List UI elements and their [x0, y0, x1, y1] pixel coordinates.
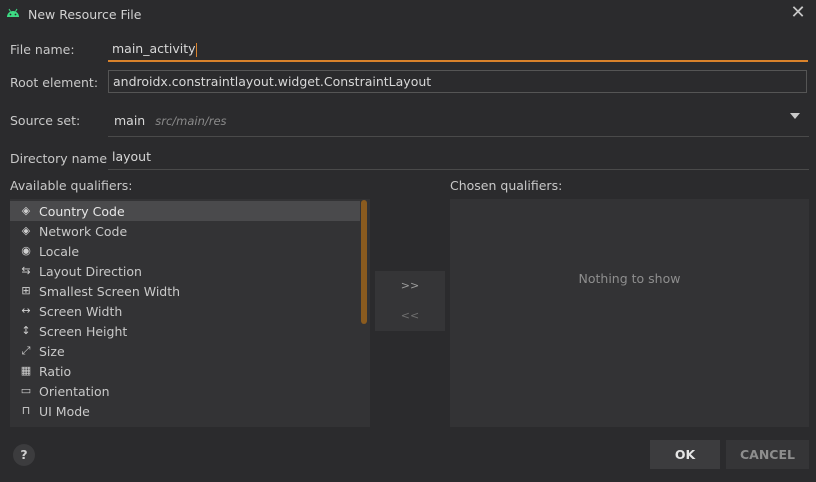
list-scrollbar[interactable]	[361, 200, 367, 324]
remove-qualifier-button[interactable]: <<	[375, 301, 445, 331]
qualifier-label: Country Code	[39, 203, 125, 219]
globe-icon: ◉	[21, 244, 31, 257]
screen-width-icon: ↔	[21, 304, 31, 317]
qualifier-label: Smallest Screen Width	[39, 283, 181, 299]
qualifier-item-screen-height[interactable]: ↕ Screen Height	[10, 321, 360, 341]
source-set-value: main	[114, 113, 146, 128]
size-icon: ⤢	[21, 344, 31, 357]
empty-state-text: Nothing to show	[578, 271, 681, 286]
file-name-value: main_activity	[112, 41, 196, 56]
qualifier-label: Screen Height	[39, 323, 128, 339]
qualifier-item-smallest-screen-width[interactable]: ⊞ Smallest Screen Width	[10, 281, 360, 301]
chevron-down-icon[interactable]	[790, 113, 800, 119]
qualifier-label: Locale	[39, 243, 80, 259]
qualifier-item-layout-direction[interactable]: ⇆ Layout Direction	[10, 261, 360, 281]
screen-height-icon: ↕	[21, 324, 31, 337]
directory-name-value: layout	[112, 149, 152, 164]
smallest-width-icon: ⊞	[21, 284, 31, 297]
qualifier-item-ui-mode[interactable]: ⊓ UI Mode	[10, 401, 360, 421]
add-qualifier-button[interactable]: >>	[375, 271, 445, 301]
qualifier-label: Size	[39, 343, 65, 359]
available-qualifiers-label: Available qualifiers:	[10, 178, 133, 193]
qualifier-item-locale[interactable]: ◉ Locale	[10, 241, 360, 261]
close-icon[interactable]: ✕	[788, 3, 808, 23]
window-title: New Resource File	[28, 7, 142, 22]
qualifier-item-orientation[interactable]: ▭ Orientation	[10, 381, 360, 401]
qualifier-item-screen-width[interactable]: ↔ Screen Width	[10, 301, 360, 321]
directory-name-label: Directory name:	[10, 151, 112, 166]
qualifier-label: Screen Width	[39, 303, 123, 319]
ok-button[interactable]: OK	[650, 440, 720, 469]
source-set-label: Source set:	[10, 113, 81, 128]
android-icon	[5, 5, 21, 21]
chosen-qualifiers-list[interactable]	[450, 199, 809, 427]
directory-name-field[interactable]: layout	[108, 146, 809, 170]
layout-direction-icon: ⇆	[21, 264, 31, 277]
text-caret	[195, 42, 197, 57]
file-name-label: File name:	[10, 42, 75, 57]
root-element-value: androidx.constraintlayout.widget.Constra…	[113, 74, 432, 89]
qualifier-label: UI Mode	[39, 403, 90, 419]
root-element-field[interactable]: androidx.constraintlayout.widget.Constra…	[108, 70, 807, 93]
help-button[interactable]: ?	[13, 444, 35, 466]
country-code-icon: ◈	[21, 204, 31, 217]
qualifier-label: Network Code	[39, 223, 128, 239]
qualifier-item-ratio[interactable]: ▦ Ratio	[10, 361, 360, 381]
qualifier-item-network-code[interactable]: ◈ Network Code	[10, 221, 360, 241]
source-set-dropdown[interactable]: main src/main/res	[108, 106, 809, 137]
network-code-icon: ◈	[21, 224, 31, 237]
qualifier-label: Ratio	[39, 363, 72, 379]
orientation-icon: ▭	[20, 384, 32, 397]
file-name-field[interactable]: main_activity	[108, 38, 808, 62]
chosen-qualifiers-label: Chosen qualifiers:	[450, 178, 563, 193]
ratio-icon: ▦	[20, 364, 32, 377]
source-set-hint: src/main/res	[155, 114, 227, 128]
qualifier-label: Orientation	[39, 383, 110, 399]
available-qualifiers-list[interactable]: ◈ Country Code ◈ Network Code ◉ Locale ⇆…	[10, 199, 370, 427]
ui-mode-icon: ⊓	[21, 404, 31, 417]
qualifier-label: Layout Direction	[39, 263, 142, 279]
root-element-label: Root element:	[10, 75, 99, 90]
qualifier-item-country-code[interactable]: ◈ Country Code	[10, 201, 360, 221]
cancel-button[interactable]: CANCEL	[726, 440, 809, 469]
qualifier-item-size[interactable]: ⤢ Size	[10, 341, 360, 361]
